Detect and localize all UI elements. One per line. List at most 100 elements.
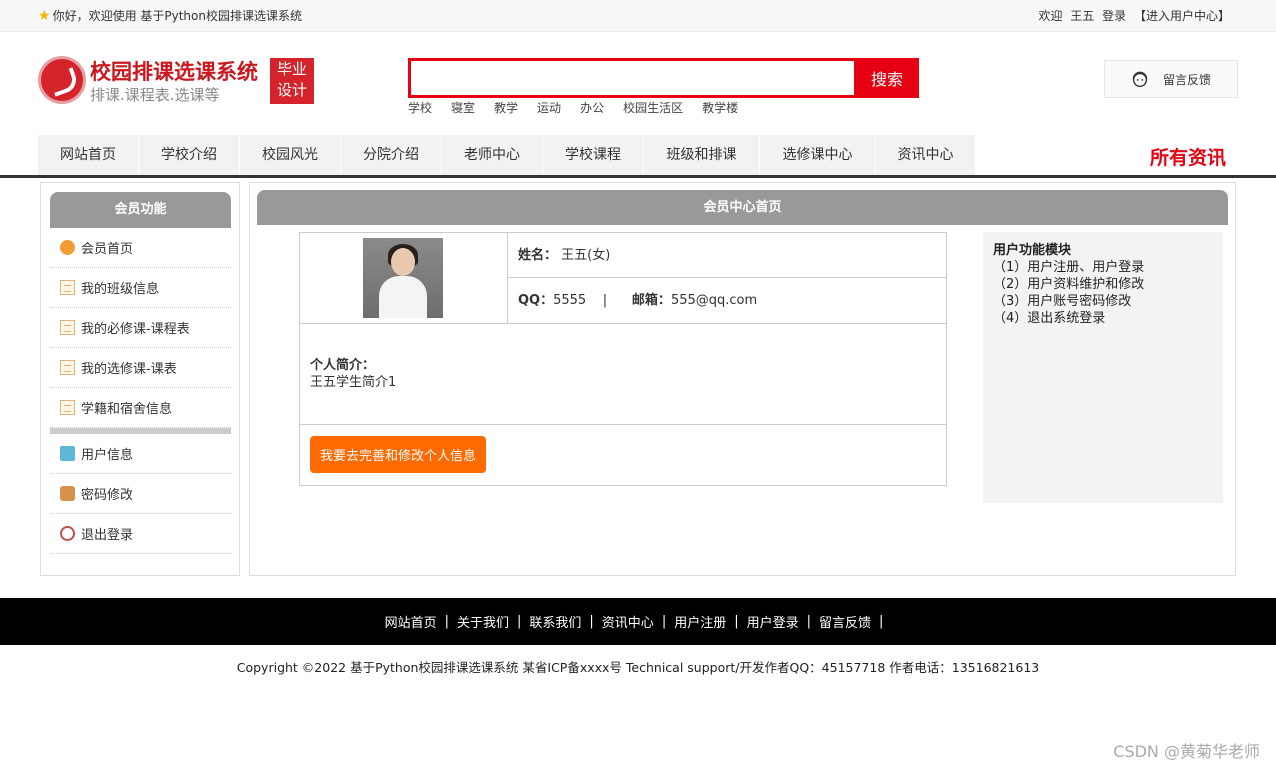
hotword-link[interactable]: 校园生活区 (623, 99, 683, 116)
sidebar-item-label: 退出登录 (81, 528, 134, 543)
sidebar-item-label: 我的班级信息 (81, 282, 160, 297)
greeting: ★ 你好，欢迎使用 基于Python校园排课选课系统 (38, 7, 302, 24)
footer-sep: | (517, 614, 522, 629)
nav-item[interactable]: 分院介绍 (341, 135, 442, 175)
user-center-link[interactable]: 【进入用户中心】 (1134, 9, 1230, 23)
power-icon (60, 526, 75, 541)
sidebar-item-label: 学籍和宿舍信息 (81, 402, 173, 417)
lock-icon (60, 486, 75, 501)
sidebar-item-label: 我的必修课-课程表 (81, 322, 190, 337)
sidebar-item-user-info[interactable]: 用户信息 (50, 434, 231, 474)
footer-link-feedback[interactable]: 留言反馈 (819, 612, 871, 631)
username-link[interactable]: 王五 (1070, 9, 1094, 23)
logo-mark-icon (38, 56, 86, 104)
member-sidebar: 会员功能 会员首页 我的班级信息 我的必修课-课程表 我的选修课-课表 学籍和宿… (40, 182, 240, 576)
hotword-link[interactable]: 运动 (537, 99, 561, 116)
nav-item[interactable]: 学校课程 (543, 135, 644, 175)
footer-link-register[interactable]: 用户注册 (674, 612, 726, 631)
hotword-link[interactable]: 学校 (408, 99, 432, 116)
sidebar-item-label: 密码修改 (81, 488, 134, 503)
sidebar-title: 会员功能 (50, 192, 231, 228)
nav-item[interactable]: 班级和排课 (644, 135, 760, 175)
sidebar-item-member-home[interactable]: 会员首页 (50, 228, 231, 268)
nav-item[interactable]: 选修课中心 (760, 135, 876, 175)
watermark: CSDN @黄菊华老师 (1113, 742, 1260, 761)
footer-link-news[interactable]: 资讯中心 (602, 612, 654, 631)
hotword-link[interactable]: 寝室 (451, 99, 475, 116)
footer-sep: | (661, 614, 667, 629)
email-label: 邮箱： (631, 293, 671, 308)
logo-badge: 毕业 设计 (270, 58, 314, 104)
feedback-label: 留言反馈 (1163, 72, 1212, 87)
nav-item[interactable]: 老师中心 (442, 135, 543, 175)
document-icon (60, 320, 75, 335)
intro-value: 王五学生简介1 (310, 375, 397, 390)
document-icon (60, 400, 75, 415)
hotword-link[interactable]: 教学楼 (702, 99, 738, 116)
sidebar-item-logout[interactable]: 退出登录 (50, 514, 231, 554)
qq-label: QQ： (518, 293, 554, 308)
user-links: 欢迎 王五 登录 【进入用户中心】 (1034, 7, 1230, 24)
sidebar-item-required-courses[interactable]: 我的必修课-课程表 (50, 308, 231, 348)
search-input[interactable] (408, 58, 857, 98)
nav-item[interactable]: 学校介绍 (139, 135, 240, 175)
hotword-link[interactable]: 办公 (580, 99, 604, 116)
qq-value: 5555 (553, 293, 587, 308)
function-item: （2）用户资料维护和修改 (993, 277, 1145, 292)
all-news-link[interactable]: 所有资讯 (1150, 143, 1226, 170)
sidebar-item-class-info[interactable]: 我的班级信息 (50, 268, 231, 308)
star-icon: ★ (38, 7, 51, 24)
user-icon (60, 446, 75, 461)
footer-link-contact[interactable]: 联系我们 (529, 612, 581, 631)
badge-line-1: 毕业 (276, 60, 307, 78)
search-button[interactable]: 搜索 (855, 58, 919, 98)
footer-link-login[interactable]: 用户登录 (747, 612, 799, 631)
footer-sep: | (806, 614, 812, 629)
footer-sep: | (879, 614, 884, 629)
intro-label: 个人简介： (310, 358, 376, 373)
sidebar-item-label: 会员首页 (81, 242, 134, 257)
footer-sep: | (444, 614, 449, 629)
login-link[interactable]: 登录 (1102, 9, 1126, 23)
page-title: 会员中心首页 (257, 190, 1228, 225)
sidebar-item-enrollment-dorm[interactable]: 学籍和宿舍信息 (50, 388, 231, 428)
function-item: （3）用户账号密码修改 (993, 294, 1132, 309)
sidebar-list: 会员首页 我的班级信息 我的必修课-课程表 我的选修课-课表 学籍和宿舍信息 用… (50, 228, 231, 554)
edit-row: 我要去完善和修改个人信息 (300, 425, 946, 485)
nav-item[interactable]: 资讯中心 (876, 135, 976, 175)
edit-profile-button[interactable]: 我要去完善和修改个人信息 (310, 436, 486, 473)
name-label: 姓名： (518, 248, 558, 263)
search-box: 搜索 (408, 58, 919, 98)
nav-divider (0, 175, 1276, 178)
sidebar-item-label: 我的选修课-课表 (81, 362, 177, 377)
hotword-link[interactable]: 教学 (494, 99, 518, 116)
logo-subtitle: 排课.课程表.选课等 (90, 86, 220, 104)
sidebar-item-elective-courses[interactable]: 我的选修课-课表 (50, 348, 231, 388)
photo-cell (300, 233, 508, 324)
main-nav: 网站首页 学校介绍 校园风光 分院介绍 老师中心 学校课程 班级和排课 选修课中… (38, 135, 976, 175)
document-icon (60, 280, 75, 295)
function-item: （4）退出系统登录 (993, 311, 1106, 326)
footer-sep: | (734, 614, 739, 629)
greeting-text: 你好，欢迎使用 基于Python校园排课选课系统 (52, 9, 302, 23)
sidebar-item-label: 用户信息 (81, 448, 134, 463)
hot-words: 学校 寝室 教学 运动 办公 校园生活区 教学楼 (408, 99, 757, 116)
footer-link-about[interactable]: 关于我们 (457, 612, 509, 631)
nav-item[interactable]: 校园风光 (240, 135, 341, 175)
footer-links: 网站首页 | 关于我们 | 联系我们 | 资讯中心 | 用户注册 | 用户登录 | 留言反馈… (0, 598, 1276, 645)
top-bar: ★ 你好，欢迎使用 基于Python校园排课选课系统 欢迎 王五 登录 【进入用… (0, 0, 1276, 32)
site-logo[interactable]: 校园排课选课系统 排课.课程表.选课等 毕业 设计 (38, 56, 318, 106)
nav-item[interactable]: 网站首页 (38, 135, 139, 175)
copyright: Copyright ©2022 基于Python校园排课选课系统 某省ICP备x… (236, 660, 1040, 675)
feedback-button[interactable]: 留言反馈 (1104, 60, 1238, 98)
footer-sep: | (589, 614, 594, 629)
email-value: 555@qq.com (670, 293, 758, 308)
footer-link-home[interactable]: 网站首页 (385, 612, 437, 631)
sidebar-item-change-password[interactable]: 密码修改 (50, 474, 231, 514)
customer-service-icon (1132, 71, 1148, 88)
logo-title: 校园排课选课系统 (90, 60, 258, 84)
document-icon (60, 360, 75, 375)
function-module-title: 用户功能模块 (993, 243, 1072, 258)
function-item: （1）用户注册、用户登录 (993, 260, 1145, 275)
home-icon (60, 240, 75, 255)
